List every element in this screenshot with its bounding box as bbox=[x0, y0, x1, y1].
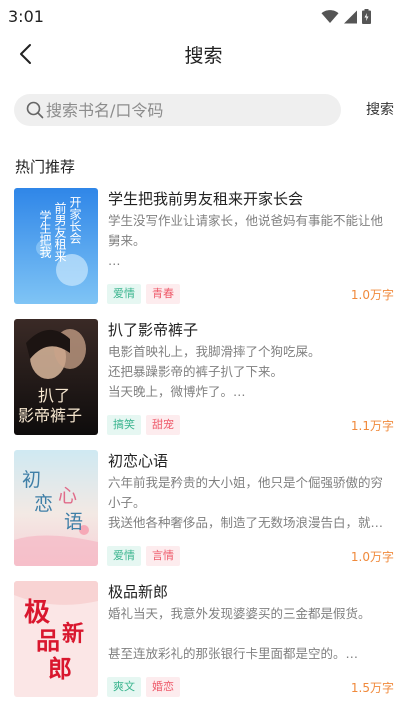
cover-title-line: 语 bbox=[64, 511, 83, 533]
cover-title-line: 郎 bbox=[48, 654, 72, 683]
description-line: 还把暴躁影帝的裤子扒了下来。 bbox=[108, 364, 284, 379]
book-title: 初恋心语 bbox=[108, 452, 169, 470]
cover-title-line: 影帝裤子 bbox=[18, 406, 82, 425]
genre-tag: 婚恋 bbox=[146, 677, 180, 697]
nav-bar: 搜索 bbox=[0, 34, 407, 74]
book-description: 电影首映礼上，我脚滑摔了个狗吃屎。 还把暴躁影帝的裤子扒了下来。 当天晚上，微博… bbox=[108, 342, 388, 402]
tag-list: 搞笑 甜宠 bbox=[107, 415, 180, 435]
tag-list: 爱情 言情 bbox=[107, 546, 180, 566]
page-title: 搜索 bbox=[184, 45, 223, 67]
cover-title-line: 极 bbox=[24, 598, 51, 628]
cover-title-line: 扒了 bbox=[38, 386, 70, 405]
description-line: 我送他各种奢侈品，制造了无数场浪漫告白，就… bbox=[108, 515, 384, 530]
genre-tag: 爱情 bbox=[107, 546, 141, 566]
word-count: 1.0万字 bbox=[350, 288, 394, 302]
cover-title-line: 初 bbox=[22, 469, 41, 491]
cover-title-line: 开家长会 bbox=[68, 196, 82, 245]
book-cover[interactable]: 开家长会 前男友租来 学生把我 bbox=[14, 188, 98, 304]
description-line: 舅来。 bbox=[108, 233, 146, 248]
genre-tag: 言情 bbox=[146, 546, 180, 566]
book-item[interactable]: 开家长会 前男友租来 学生把我 学生把我前男友租来开家长会 学生没写作业让请家长… bbox=[14, 188, 394, 306]
status-icons bbox=[321, 9, 371, 28]
tag-list: 爱情 青春 bbox=[107, 284, 180, 304]
book-cover[interactable]: 扒了 影帝裤子 bbox=[14, 319, 98, 435]
genre-tag: 爽文 bbox=[107, 677, 141, 697]
search-icon bbox=[26, 101, 44, 119]
genre-tag: 甜宠 bbox=[146, 415, 180, 435]
description-line: 学生没写作业让请家长，他说爸妈有事能不能让他 bbox=[108, 213, 384, 228]
cover-title-line: 心 bbox=[58, 485, 77, 507]
search-row: 搜索 bbox=[14, 94, 394, 126]
description-line: 当天晚上，微博炸了。… bbox=[108, 384, 246, 399]
book-title: 扒了影帝裤子 bbox=[108, 321, 199, 339]
wifi-icon bbox=[321, 9, 339, 28]
book-item[interactable]: 初 恋 心 语 初恋心语 六年前我是矜贵的大小姐，他只是个倔强骄傲的穷 小子。 … bbox=[14, 450, 394, 568]
word-count: 1.5万字 bbox=[350, 681, 394, 695]
book-cover[interactable]: 初 恋 心 语 bbox=[14, 450, 98, 566]
description-line bbox=[108, 624, 388, 644]
book-description: 婚礼当天，我意外发现婆婆买的三金都是假货。 甚至连放彩礼的那张银行卡里面都是空的… bbox=[108, 604, 388, 664]
cover-title-line: 恋 bbox=[34, 493, 53, 515]
search-button[interactable]: 搜索 bbox=[354, 94, 394, 126]
status-time: 3:01 bbox=[8, 7, 44, 26]
search-input[interactable] bbox=[46, 94, 332, 126]
genre-tag: 搞笑 bbox=[107, 415, 141, 435]
description-line: 婚礼当天，我意外发现婆婆买的三金都是假货。 bbox=[108, 606, 371, 621]
book-description: 学生没写作业让请家长，他说爸妈有事能不能让他 舅来。 … bbox=[108, 211, 388, 271]
description-line: 甚至连放彩礼的那张银行卡里面都是空的。… bbox=[108, 646, 359, 661]
cover-title-line: 新 bbox=[62, 621, 84, 647]
signal-icon bbox=[343, 9, 358, 28]
battery-icon bbox=[362, 9, 371, 28]
book-cover[interactable]: 极 品 新 郎 bbox=[14, 581, 98, 697]
description-line: 六年前我是矜贵的大小姐，他只是个倔强骄傲的穷 bbox=[108, 475, 384, 490]
book-item[interactable]: 扒了 影帝裤子 扒了影帝裤子 电影首映礼上，我脚滑摔了个狗吃屎。 还把暴躁影帝的… bbox=[14, 319, 394, 437]
tag-list: 爽文 婚恋 bbox=[107, 677, 180, 697]
section-title: 热门推荐 bbox=[15, 158, 76, 176]
book-title: 极品新郎 bbox=[108, 583, 169, 601]
cover-title-line: 品 bbox=[36, 626, 60, 655]
genre-tag: 青春 bbox=[146, 284, 180, 304]
genre-tag: 爱情 bbox=[107, 284, 141, 304]
cover-title-line: 学生把我 bbox=[38, 209, 52, 258]
status-bar: 3:01 bbox=[0, 0, 407, 34]
search-box[interactable] bbox=[14, 94, 341, 126]
description-line: 小子。 bbox=[108, 495, 146, 510]
word-count: 1.1万字 bbox=[350, 419, 394, 433]
book-item[interactable]: 极 品 新 郎 极品新郎 婚礼当天，我意外发现婆婆买的三金都是假货。 甚至连放彩… bbox=[14, 581, 394, 699]
description-line: … bbox=[108, 253, 121, 268]
book-title: 学生把我前男友租来开家长会 bbox=[108, 190, 304, 208]
book-description: 六年前我是矜贵的大小姐，他只是个倔强骄傲的穷 小子。 我送他各种奢侈品，制造了无… bbox=[108, 473, 388, 533]
word-count: 1.0万字 bbox=[350, 550, 394, 564]
cover-title-line: 前男友租来 bbox=[53, 201, 67, 262]
description-line: 电影首映礼上，我脚滑摔了个狗吃屎。 bbox=[108, 344, 321, 359]
